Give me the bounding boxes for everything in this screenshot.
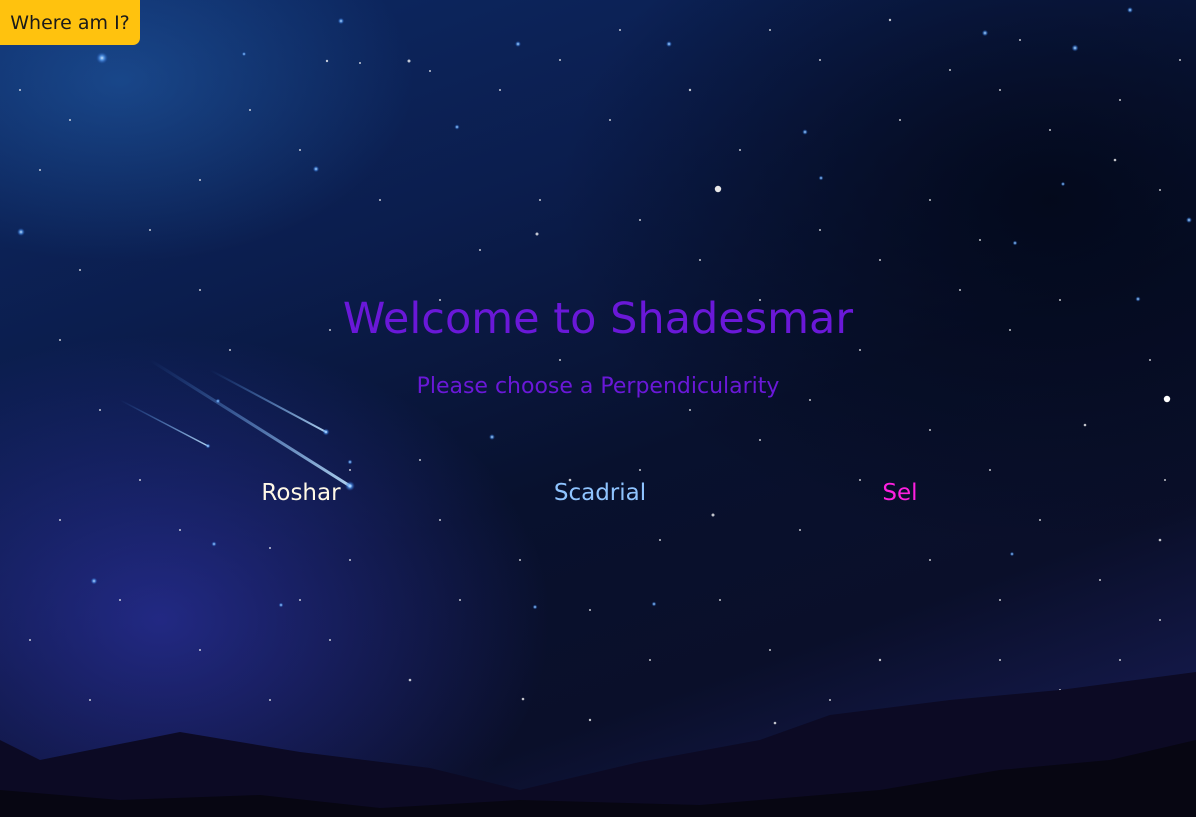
perpendicularity-sel-link[interactable]: Sel	[800, 480, 1000, 506]
page-subtitle: Please choose a Perpendicularity	[416, 374, 780, 399]
perpendicularity-roshar-link[interactable]: Roshar	[201, 480, 401, 506]
mountain-silhouette	[0, 672, 1196, 817]
starfield-background: Where am I? Welcome to Shadesmar Please …	[0, 0, 1196, 817]
perpendicularity-scadrial-link[interactable]: Scadrial	[500, 480, 700, 506]
where-am-i-button[interactable]: Where am I?	[0, 0, 140, 45]
page-title: Welcome to Shadesmar	[342, 294, 854, 344]
